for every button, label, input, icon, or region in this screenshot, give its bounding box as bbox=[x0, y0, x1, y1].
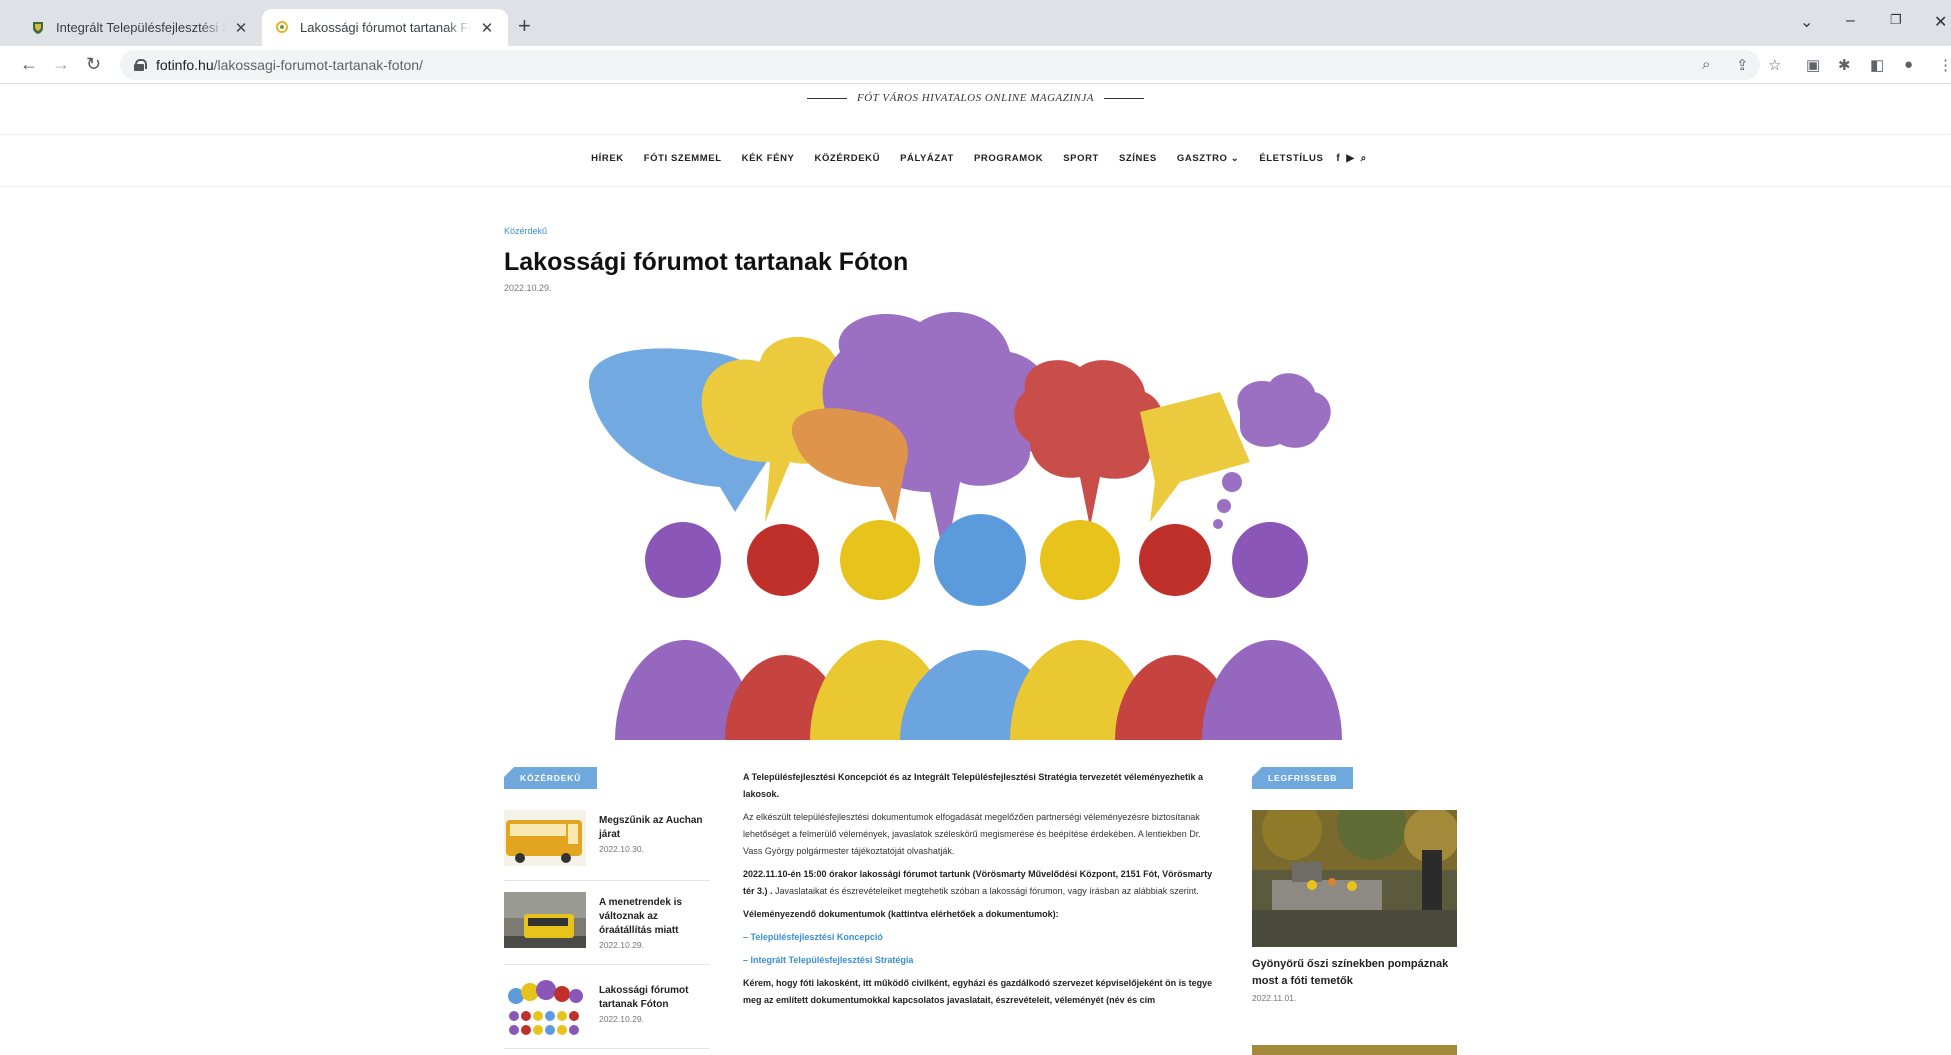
reload-icon[interactable]: ↻ bbox=[86, 53, 101, 75]
latest-item-title[interactable]: Gyönyörű őszi színekben pompáznak most a… bbox=[1252, 956, 1462, 990]
close-tab-icon[interactable]: ✕ bbox=[478, 19, 496, 37]
tab-title: Integrált Településfejlesztési Stratégia bbox=[56, 20, 226, 35]
article-category[interactable]: Közérdekű bbox=[504, 226, 547, 236]
share-icon[interactable]: ⇪ bbox=[1736, 56, 1749, 74]
lock-icon[interactable] bbox=[134, 59, 147, 71]
profile-avatar-icon[interactable]: ● bbox=[1904, 56, 1913, 73]
tab-title: Lakossági fórumot tartanak Fóton bbox=[300, 20, 472, 35]
hero-speech-bubbles-image bbox=[588, 312, 1342, 740]
close-tab-icon[interactable]: ✕ bbox=[232, 19, 250, 37]
nav-palyazat[interactable]: PÁLYÁZAT bbox=[900, 153, 954, 164]
list-item[interactable]: A menetrendek is változnak az óraátállít… bbox=[504, 892, 710, 964]
article-title: Lakossági fórumot tartanak Fóton bbox=[504, 248, 909, 276]
bus-thumbnail-image bbox=[504, 810, 586, 866]
document-link-strategia[interactable]: – Integrált Településfejlesztési Stratég… bbox=[743, 955, 913, 965]
side-item-title[interactable]: A menetrendek is változnak az óraátállít… bbox=[599, 896, 709, 938]
tab-lakossagi[interactable]: Lakossági fórumot tartanak Fóton ✕ bbox=[262, 9, 508, 46]
youtube-icon[interactable]: ▶ bbox=[1346, 153, 1354, 164]
site-tagline: FÓT VÁROS HIVATALOS ONLINE MAGAZINJA bbox=[0, 92, 1951, 104]
side-item-date: 2022.10.29. bbox=[599, 940, 644, 950]
url-host: fotinfo.hu bbox=[156, 57, 214, 73]
minimize-icon[interactable]: – bbox=[1846, 12, 1855, 30]
article-paragraph: Véleményezendő dokumentumok (kattintva e… bbox=[743, 909, 1059, 919]
article-paragraph: 2022.11.10-én 15:00 órakor lakossági fór… bbox=[743, 869, 1213, 896]
next-latest-image[interactable] bbox=[1252, 1045, 1457, 1055]
new-tab-icon[interactable]: + bbox=[518, 15, 531, 37]
list-item[interactable]: Megszűnik az Auchan járat 2022.10.30. bbox=[504, 810, 710, 882]
close-window-icon[interactable]: ✕ bbox=[1934, 12, 1947, 32]
site-favicon-icon bbox=[274, 20, 290, 36]
nav-eletstilus[interactable]: ÉLETSTÍLUS bbox=[1259, 153, 1323, 164]
main-navigation: HÍREK FÓTI SZEMMEL KÉK FÉNY KÖZÉRDEKŰ PÁ… bbox=[0, 153, 1951, 164]
side-item-title[interactable]: Lakossági fórumot tartanak Fóton bbox=[599, 984, 709, 1012]
zoom-icon[interactable]: ⌕ bbox=[1702, 56, 1710, 73]
section-label-kozerdeku[interactable]: KÖZÉRDEKŰ bbox=[504, 767, 598, 789]
address-bar[interactable]: fotinfo.hu/lakossagi-forumot-tartanak-fo… bbox=[120, 50, 1760, 80]
article-date: 2022.10.29. bbox=[504, 283, 552, 293]
tab-search-icon[interactable]: ⌄ bbox=[1800, 12, 1813, 32]
url-path: /lakossagi-forumot-tartanak-foton/ bbox=[213, 57, 423, 73]
speech-bubbles-thumbnail-image bbox=[504, 980, 586, 1036]
side-item-title[interactable]: Megszűnik az Auchan járat bbox=[599, 814, 709, 842]
article-paragraph: Kérem, hogy fóti lakosként, itt működő c… bbox=[743, 978, 1213, 1005]
extension-help-icon[interactable]: ▣ bbox=[1806, 56, 1820, 74]
side-item-date: 2022.10.29. bbox=[599, 1014, 644, 1024]
side-item-date: 2022.10.30. bbox=[599, 844, 644, 854]
tab-strip: Integrált Településfejlesztési Stratégia… bbox=[0, 0, 1951, 46]
browser-window: Integrált Településfejlesztési Stratégia… bbox=[0, 0, 1951, 1055]
nav-gasztro[interactable]: GASZTRO ⌄ bbox=[1177, 153, 1239, 164]
nav-szines[interactable]: SZÍNES bbox=[1119, 153, 1157, 164]
menu-kebab-icon[interactable]: ⋮ bbox=[1938, 56, 1951, 74]
list-item[interactable]: Lakossági fórumot tartanak Fóton 2022.10… bbox=[504, 980, 710, 1052]
shield-favicon-icon bbox=[30, 20, 46, 36]
back-icon[interactable]: ← bbox=[20, 53, 38, 75]
tab-integralt[interactable]: Integrált Településfejlesztési Stratégia… bbox=[18, 9, 262, 46]
bus-street-thumbnail-image bbox=[504, 892, 586, 948]
forward-icon[interactable]: → bbox=[52, 53, 70, 75]
latest-item-date: 2022.11.01. bbox=[1252, 993, 1297, 1003]
article-paragraph: Az elkészült településfejlesztési dokume… bbox=[743, 812, 1201, 856]
chevron-down-icon: ⌄ bbox=[1230, 153, 1240, 164]
bookmark-star-icon[interactable]: ☆ bbox=[1768, 56, 1781, 74]
cemetery-autumn-image[interactable] bbox=[1252, 810, 1457, 947]
facebook-icon[interactable]: f bbox=[1336, 153, 1340, 164]
article-body: A Településfejlesztési Koncepciót és az … bbox=[743, 769, 1213, 1015]
nav-foti-szemmel[interactable]: FÓTI SZEMMEL bbox=[644, 153, 722, 164]
article-lead: A Településfejlesztési Koncepciót és az … bbox=[743, 772, 1204, 799]
section-label-legfrissebb[interactable]: LEGFRISSEBB bbox=[1252, 767, 1354, 789]
side-panel-icon[interactable]: ◧ bbox=[1870, 56, 1884, 74]
restore-icon[interactable]: ❐ bbox=[1890, 12, 1902, 28]
nav-kozerdeku[interactable]: KÖZÉRDEKŰ bbox=[814, 153, 880, 164]
browser-toolbar: ← → ↻ fotinfo.hu/lakossagi-forumot-tarta… bbox=[0, 46, 1951, 84]
nav-hirek[interactable]: HÍREK bbox=[591, 153, 624, 164]
nav-kek-feny[interactable]: KÉK FÉNY bbox=[742, 153, 795, 164]
search-icon[interactable]: ⌕ bbox=[1361, 153, 1367, 164]
document-link-koncepcio[interactable]: – Településfejlesztési Koncepció bbox=[743, 932, 883, 942]
nav-sport[interactable]: SPORT bbox=[1063, 153, 1099, 164]
nav-programok[interactable]: PROGRAMOK bbox=[974, 153, 1043, 164]
extensions-puzzle-icon[interactable]: ✱ bbox=[1838, 56, 1851, 74]
